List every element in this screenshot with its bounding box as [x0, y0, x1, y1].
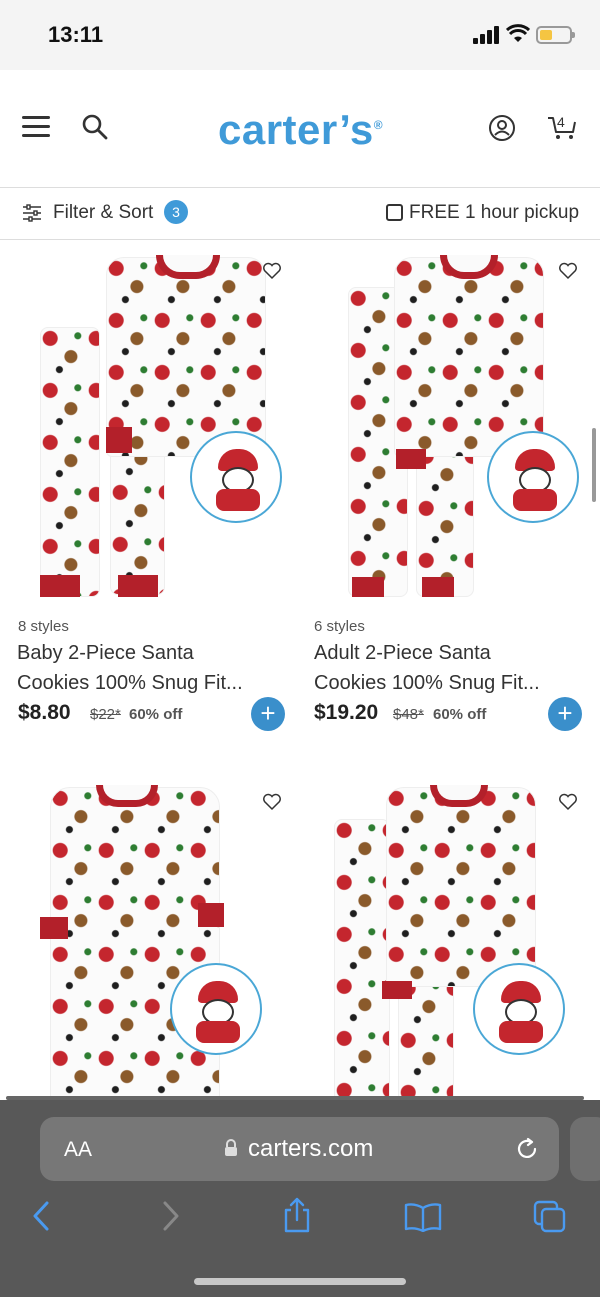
product-title[interactable]: Adult 2-Piece Santa Cookies 100% Snug Fi… — [314, 638, 564, 698]
filter-count-badge: 3 — [164, 200, 188, 224]
product-original-price: $22* — [90, 706, 121, 723]
share-icon[interactable] — [282, 1196, 312, 1234]
wifi-icon — [506, 24, 530, 42]
product-image[interactable] — [306, 245, 596, 597]
lock-icon — [225, 1139, 237, 1156]
bookmarks-icon[interactable] — [404, 1202, 442, 1232]
product-image[interactable] — [10, 777, 300, 1103]
next-tab-preview[interactable] — [570, 1117, 600, 1181]
url-text[interactable]: carters.com — [248, 1135, 373, 1163]
add-to-bag-button[interactable]: + — [251, 697, 285, 731]
santa-badge — [487, 431, 579, 523]
heart-icon[interactable] — [262, 262, 282, 280]
product-title[interactable]: Baby 2-Piece Santa Cookies 100% Snug Fit… — [17, 638, 267, 698]
product-discount: 60% off — [129, 706, 183, 723]
filter-sort-button[interactable]: Filter & Sort — [53, 202, 153, 224]
scrollbar[interactable] — [592, 428, 596, 502]
product-discount: 60% off — [433, 706, 487, 723]
add-to-bag-button[interactable]: + — [548, 697, 582, 731]
forward-icon[interactable] — [160, 1200, 182, 1232]
pickup-label[interactable]: FREE 1 hour pickup — [409, 202, 579, 224]
product-price: $19.20 — [314, 701, 379, 724]
status-time: 13:11 — [48, 22, 104, 47]
site-header: carter’s® 4 — [0, 70, 600, 188]
product-price: $8.80 — [18, 701, 71, 724]
product-styles: 8 styles — [18, 618, 69, 635]
home-indicator[interactable] — [194, 1278, 406, 1285]
product-original-price: $48* — [393, 706, 424, 723]
battery-icon — [536, 26, 575, 44]
account-icon[interactable] — [488, 114, 516, 142]
product-card[interactable]: 6 styles Adult 2-Piece Santa Cookies 100… — [306, 245, 596, 745]
santa-badge — [170, 963, 262, 1055]
product-card[interactable]: 8 styles Baby 2-Piece Santa Cookies 100%… — [10, 245, 300, 745]
search-icon[interactable] — [82, 114, 108, 140]
status-bar: 13:11 — [0, 0, 600, 70]
carters-logo[interactable]: carter’s® — [218, 106, 383, 154]
heart-icon[interactable] — [558, 262, 578, 280]
filter-icon[interactable] — [22, 203, 42, 223]
heart-icon[interactable] — [558, 793, 578, 811]
back-icon[interactable] — [30, 1200, 52, 1232]
signal-icon — [473, 26, 499, 44]
reload-icon[interactable] — [514, 1136, 540, 1162]
filter-bar: Filter & Sort 3 FREE 1 hour pickup — [0, 188, 600, 240]
pickup-checkbox[interactable] — [386, 204, 403, 221]
product-card[interactable] — [10, 777, 300, 1103]
product-styles: 6 styles — [314, 618, 365, 635]
santa-badge — [473, 963, 565, 1055]
heart-icon[interactable] — [262, 793, 282, 811]
santa-badge — [190, 431, 282, 523]
product-image[interactable] — [306, 777, 596, 1103]
tabs-icon[interactable] — [533, 1200, 567, 1234]
product-image[interactable] — [10, 245, 300, 597]
product-card[interactable] — [306, 777, 596, 1103]
text-size-button[interactable]: AA — [64, 1138, 92, 1162]
menu-icon[interactable] — [22, 116, 50, 140]
cart-count: 4 — [557, 114, 565, 130]
